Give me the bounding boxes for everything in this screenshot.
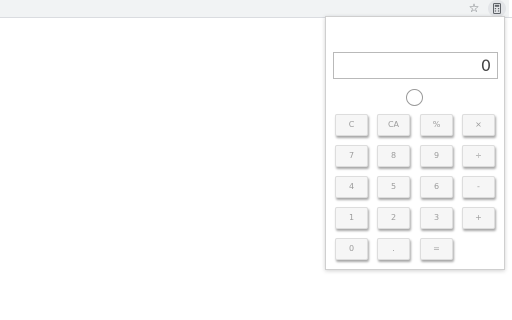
calculator-popup: 0 C CA % × 7 8 9 ÷ 4 5 6 - 1 2 3 + 0 . =: [325, 16, 505, 270]
digit-9-button[interactable]: 9: [420, 145, 453, 167]
clear-button[interactable]: C: [335, 114, 368, 136]
digit-5-button[interactable]: 5: [377, 176, 410, 198]
digit-3-button[interactable]: 3: [420, 207, 453, 229]
digit-8-button[interactable]: 8: [377, 145, 410, 167]
clear-all-button[interactable]: CA: [377, 114, 410, 136]
calculator-display: 0: [333, 52, 498, 79]
divide-button[interactable]: ÷: [462, 145, 495, 167]
calculator-extension-button[interactable]: [488, 0, 506, 17]
digit-1-button[interactable]: 1: [335, 207, 368, 229]
digit-6-button[interactable]: 6: [420, 176, 453, 198]
digit-4-button[interactable]: 4: [335, 176, 368, 198]
memory-indicator-circle: [406, 89, 423, 106]
calculator-icon: [493, 3, 501, 14]
percent-button[interactable]: %: [420, 114, 453, 136]
multiply-button[interactable]: ×: [462, 114, 495, 136]
bookmark-star-icon[interactable]: ☆: [466, 0, 482, 17]
plus-button[interactable]: +: [462, 207, 495, 229]
equals-button[interactable]: =: [420, 238, 453, 260]
digit-7-button[interactable]: 7: [335, 145, 368, 167]
digit-2-button[interactable]: 2: [377, 207, 410, 229]
digit-0-button[interactable]: 0: [335, 238, 368, 260]
decimal-button[interactable]: .: [377, 238, 410, 260]
minus-button[interactable]: -: [462, 176, 495, 198]
